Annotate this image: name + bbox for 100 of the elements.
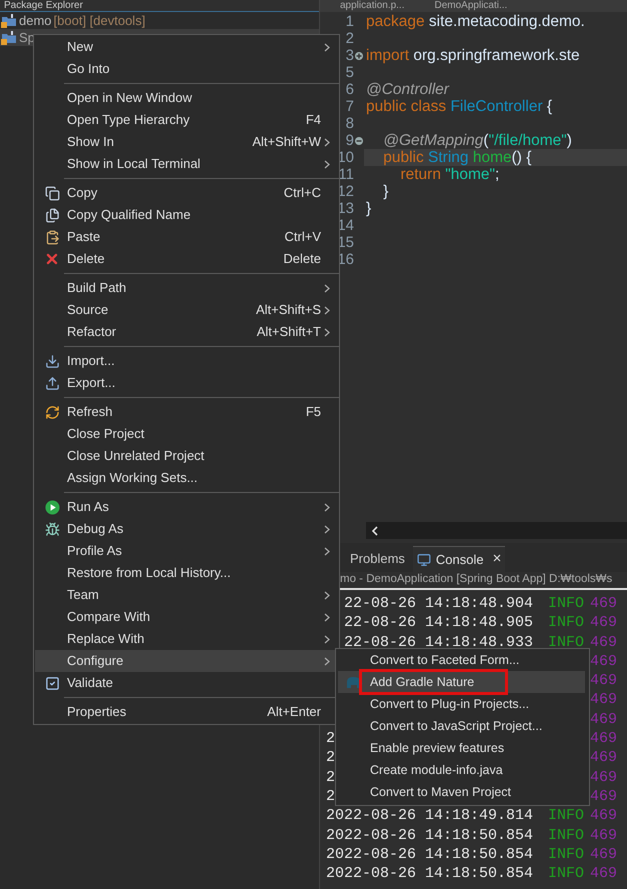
- copy-icon: [44, 208, 60, 222]
- menu-item[interactable]: Restore from Local History...: [35, 562, 338, 584]
- code-line: public class FileController {: [366, 98, 552, 115]
- code-line: return "home";: [399, 166, 500, 183]
- log-timestamp: 2022-08-26 14:18:50.854: [326, 865, 534, 882]
- editor-tab[interactable]: application.p...: [340, 0, 404, 12]
- code-line: @Controller: [366, 81, 449, 98]
- export-icon: [44, 376, 60, 390]
- refresh-icon: [44, 404, 60, 420]
- shortcut-label: F4: [306, 111, 321, 130]
- copy-icon: [44, 186, 60, 200]
- log-pid: 469: [590, 786, 618, 806]
- menu-item[interactable]: Validate: [35, 672, 338, 694]
- log-pid: 469: [590, 729, 618, 748]
- menu-item[interactable]: Refresh F5: [35, 401, 338, 423]
- log-pid: 469: [590, 864, 618, 884]
- log-pid: 469: [590, 806, 618, 826]
- shortcut-label: Ctrl+V: [284, 228, 321, 246]
- launch-description: mo - DemoApplication [Spring Boot App] D:₩tools₩s: [340, 572, 612, 588]
- menu-item[interactable]: Debug As: [35, 518, 338, 540]
- menu-item[interactable]: Team: [35, 584, 338, 606]
- log-level: INFO: [548, 614, 584, 632]
- menu-item[interactable]: Show in Local Terminal: [35, 153, 338, 175]
- menu-item[interactable]: Export...: [35, 372, 338, 394]
- shortcut-label: Alt+Shift+S: [256, 301, 321, 320]
- menu-item[interactable]: Import...: [35, 350, 338, 372]
- log-timestamp: 2: [326, 768, 336, 786]
- log-pid: 469: [590, 690, 618, 710]
- project-icon: [1, 13, 17, 28]
- menu-item[interactable]: Enable preview features: [338, 737, 585, 759]
- line-number: 2: [346, 30, 354, 47]
- menu-item[interactable]: Compare With: [35, 606, 338, 628]
- expand-icon[interactable]: [355, 52, 363, 60]
- menu-item[interactable]: Create module-info.java: [338, 759, 585, 781]
- menu-item[interactable]: Source Alt+Shift+S: [35, 299, 338, 321]
- tree-decoration: [boot] [devtools]: [54, 12, 146, 30]
- log-level: INFO: [548, 826, 584, 844]
- log-timestamp: 22-08-26 14:18:48.933: [344, 634, 534, 651]
- log-level: INFO: [548, 865, 584, 882]
- code-line: }: [366, 200, 372, 217]
- log-timestamp: 2: [326, 730, 336, 748]
- log-timestamp: 2: [326, 788, 336, 805]
- log-level: INFO: [548, 595, 584, 612]
- menu-item[interactable]: Build Path: [35, 277, 338, 299]
- menu-item[interactable]: Convert to Maven Project: [338, 781, 585, 803]
- menu-item[interactable]: Add Gradle Nature: [338, 671, 585, 693]
- line-number: 5: [346, 64, 354, 81]
- code-line: import org.springframework.ste: [366, 47, 580, 64]
- menu-item[interactable]: Delete Delete: [35, 248, 338, 270]
- editor-tab[interactable]: DemoApplicati...: [434, 0, 508, 12]
- log-pid: 469: [590, 748, 618, 768]
- line-number: 11: [338, 166, 354, 183]
- shortcut-label: Alt+Shift+W: [252, 133, 321, 152]
- panel-tab[interactable]: Problems: [346, 546, 409, 572]
- log-level: INFO: [548, 807, 584, 824]
- menu-item[interactable]: Copy Qualified Name: [35, 204, 338, 226]
- menu-item[interactable]: Properties Alt+Enter: [35, 701, 338, 723]
- menu-item[interactable]: Profile As: [35, 540, 338, 562]
- shortcut-label: F5: [306, 403, 321, 422]
- import-icon: [44, 354, 60, 368]
- menu-item[interactable]: Run As: [35, 496, 338, 518]
- log-timestamp: 2: [326, 749, 336, 766]
- menu-item[interactable]: Show In Alt+Shift+W: [35, 131, 338, 153]
- menu-item[interactable]: Configure: [35, 650, 338, 672]
- menu-item[interactable]: Assign Working Sets...: [35, 467, 338, 489]
- log-timestamp: 22-08-26 14:18:48.905: [344, 614, 534, 632]
- code-line: public String home() {: [382, 149, 532, 166]
- tree-item[interactable]: demo[boot] [devtools]: [0, 12, 319, 29]
- collapse-icon[interactable]: [355, 136, 363, 144]
- horizontal-scrollbar[interactable]: [366, 522, 627, 539]
- panel-tab[interactable]: Console ×: [412, 546, 506, 572]
- close-tab-button[interactable]: ×: [492, 548, 502, 571]
- menu-item[interactable]: Paste Ctrl+V: [35, 226, 338, 248]
- menu-item[interactable]: Refactor Alt+Shift+T: [35, 321, 338, 343]
- log-pid: 469: [590, 826, 618, 845]
- log-level: INFO: [548, 634, 584, 651]
- line-number: 3: [346, 47, 354, 64]
- menu-item[interactable]: Copy Ctrl+C: [35, 182, 338, 204]
- line-number: 6: [346, 81, 354, 98]
- log-timestamp: 2022-08-26 14:18:50.854: [326, 826, 534, 844]
- log-timestamp: 2022-08-26 14:18:49.814: [326, 807, 534, 824]
- menu-item[interactable]: Open in New Window: [35, 87, 338, 109]
- log-pid: 469: [590, 613, 618, 633]
- log-pid: 469: [590, 632, 618, 652]
- menu-item[interactable]: New: [35, 36, 338, 58]
- log-timestamp: 2022-08-26 14:18:50.854: [326, 846, 534, 863]
- log-pid: 469: [590, 594, 618, 614]
- log-pid: 469: [590, 844, 618, 864]
- menu-item[interactable]: Replace With: [35, 628, 338, 650]
- line-number: 7: [346, 98, 354, 115]
- menu-item[interactable]: Close Project: [35, 423, 338, 445]
- log-level: INFO: [548, 846, 584, 863]
- menu-item[interactable]: Close Unrelated Project: [35, 445, 338, 467]
- menu-item[interactable]: Convert to JavaScript Project...: [338, 715, 585, 737]
- menu-item[interactable]: Convert to Plug-in Projects...: [338, 693, 585, 715]
- code-line: package site.metacoding.demo.: [366, 13, 585, 30]
- menu-item[interactable]: Go Into: [35, 58, 338, 80]
- paste-icon: [44, 230, 60, 244]
- menu-item[interactable]: Open Type Hierarchy F4: [35, 109, 338, 131]
- menu-item[interactable]: Convert to Faceted Form...: [338, 649, 585, 671]
